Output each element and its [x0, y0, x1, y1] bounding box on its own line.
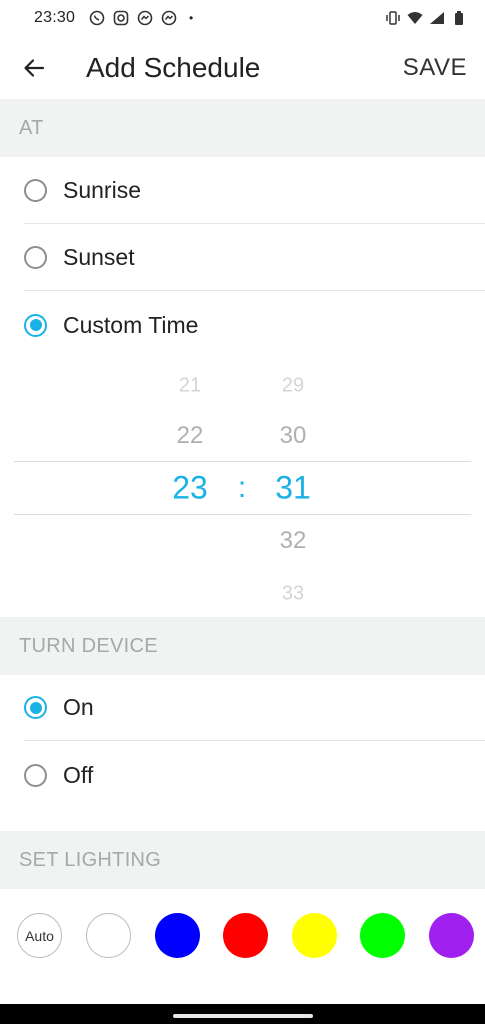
hour-option[interactable]: 22	[150, 422, 230, 450]
wifi-icon	[407, 12, 423, 24]
picker-divider	[14, 514, 471, 515]
minute-option[interactable]: 29	[253, 375, 333, 398]
navigation-bar	[0, 1004, 485, 1024]
radio-label: Sunrise	[63, 177, 141, 203]
color-swatch-blue[interactable]	[155, 913, 200, 958]
status-time: 23:30	[34, 9, 76, 26]
hour-option[interactable]: 21	[150, 375, 230, 398]
radio-button[interactable]	[24, 246, 47, 269]
app-bar: Add Schedule SAVE	[0, 36, 485, 99]
color-swatch-white[interactable]	[86, 913, 131, 958]
minute-option[interactable]: 30	[253, 422, 333, 450]
color-swatch-green[interactable]	[360, 913, 405, 958]
radio-option-custom-time[interactable]: Custom Time	[24, 292, 485, 358]
arrow-left-icon	[24, 58, 45, 77]
radio-button[interactable]	[24, 763, 47, 787]
color-swatch-purple[interactable]	[429, 913, 474, 958]
picker-divider	[14, 461, 471, 462]
radio-option-on[interactable]: On	[24, 675, 485, 741]
radio-label: Off	[63, 761, 94, 788]
radio-option-off[interactable]: Off	[24, 742, 485, 808]
back-button[interactable]	[14, 48, 54, 88]
signal-icon	[430, 12, 444, 24]
color-swatch-red[interactable]	[223, 913, 268, 958]
section-header-set-lighting: SET LIGHTING	[0, 831, 485, 889]
radio-label: Sunset	[63, 244, 135, 270]
radio-label: Custom Time	[63, 311, 199, 338]
battery-icon	[455, 11, 463, 25]
radio-button-selected[interactable]	[24, 696, 47, 719]
radio-button[interactable]	[24, 179, 47, 202]
radio-button-selected[interactable]	[24, 313, 47, 337]
whatsapp-icon	[89, 10, 105, 26]
vibrate-icon	[386, 11, 400, 25]
home-gesture-handle[interactable]	[172, 1014, 313, 1018]
messenger-icon	[137, 10, 153, 26]
auto-color-button[interactable]: Auto	[17, 913, 62, 958]
color-swatch-yellow[interactable]	[292, 913, 337, 958]
messenger-icon	[161, 10, 177, 26]
notification-dot: •	[189, 11, 194, 25]
page-title: Add Schedule	[86, 51, 261, 83]
minute-option[interactable]: 32	[253, 527, 333, 555]
selected-minute[interactable]: 31	[253, 470, 333, 507]
radio-label: On	[63, 694, 94, 720]
save-button[interactable]: SAVE	[403, 54, 467, 82]
radio-option-sunrise[interactable]: Sunrise	[24, 158, 485, 224]
section-header-turn-device: TURN DEVICE	[0, 617, 485, 675]
selected-hour[interactable]: 23	[150, 470, 230, 507]
status-bar: 23:30 •	[0, 0, 485, 36]
section-header-at: AT	[0, 99, 485, 157]
radio-option-sunset[interactable]: Sunset	[24, 225, 485, 291]
instagram-icon	[113, 10, 129, 26]
minute-option[interactable]: 33	[253, 583, 333, 606]
time-separator: :	[237, 471, 247, 504]
